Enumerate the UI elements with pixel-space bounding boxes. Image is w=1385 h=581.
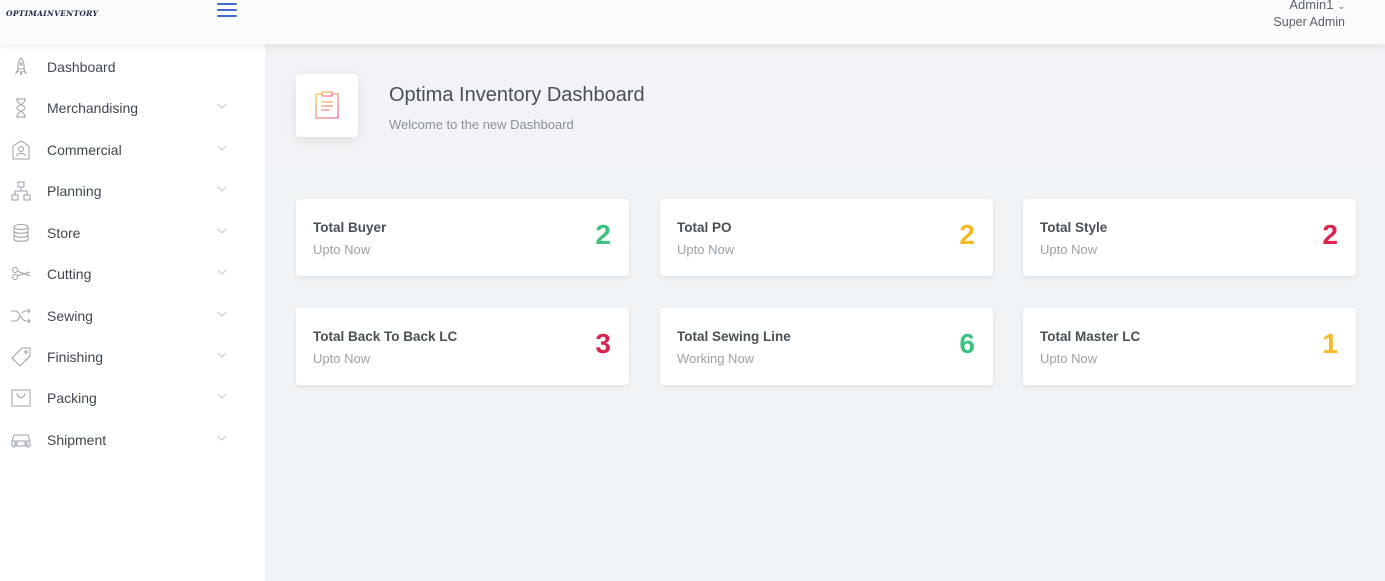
shuffle-icon <box>10 306 32 326</box>
hierarchy-icon <box>10 181 32 201</box>
hamburger-line <box>217 9 237 11</box>
page-title: Optima Inventory Dashboard <box>389 84 645 106</box>
clipboard-icon <box>315 91 339 119</box>
card-value: 6 <box>959 328 975 359</box>
sidebar-item-label: Merchandising <box>47 100 139 116</box>
chevron-down-icon <box>217 186 227 192</box>
menu-toggle-button[interactable] <box>214 0 240 20</box>
card-subtitle: Upto Now <box>313 242 371 257</box>
stat-card-total-sewing-line: Total Sewing Line Working Now 6 <box>660 308 993 385</box>
bag-icon <box>10 388 32 408</box>
card-value: 3 <box>595 328 611 359</box>
main-content: Optima Inventory Dashboard Welcome to th… <box>265 44 1385 581</box>
chevron-down-icon <box>217 269 227 275</box>
card-title: Total Master LC <box>1040 329 1141 344</box>
stat-card-total-buyer: Total Buyer Upto Now 2 <box>296 199 629 276</box>
card-value: 2 <box>959 219 975 250</box>
card-title: Total PO <box>677 220 732 235</box>
hamburger-line <box>217 3 237 5</box>
sidebar-item-packing[interactable]: Packing <box>0 381 265 415</box>
sidebar-item-merchandising[interactable]: Merchandising <box>0 91 265 125</box>
sidebar-item-store[interactable]: Store <box>0 216 265 250</box>
stat-card-total-back-to-back-lc: Total Back To Back LC Upto Now 3 <box>296 308 629 385</box>
sidebar-item-label: Dashboard <box>47 59 116 75</box>
sidebar-item-label: Shipment <box>47 432 107 448</box>
sidebar-item-label: Store <box>47 225 81 241</box>
database-icon <box>10 223 32 243</box>
sidebar-item-label: Packing <box>47 390 97 406</box>
sidebar: Dashboard Merchandising Commercial Plann… <box>0 44 265 581</box>
sidebar-item-finishing[interactable]: Finishing <box>0 340 265 374</box>
chevron-down-icon[interactable]: ⌄ <box>1337 1 1345 11</box>
scissors-icon <box>10 264 32 284</box>
sidebar-item-label: Commercial <box>47 142 122 158</box>
card-value: 2 <box>1322 219 1338 250</box>
hourglass-icon <box>10 98 32 118</box>
card-subtitle: Upto Now <box>1040 242 1098 257</box>
chevron-down-icon <box>217 103 227 109</box>
sidebar-item-commercial[interactable]: Commercial <box>0 133 265 167</box>
card-subtitle: Working Now <box>677 351 755 366</box>
sidebar-item-planning[interactable]: Planning <box>0 174 265 208</box>
sidebar-item-sewing[interactable]: Sewing <box>0 299 265 333</box>
card-title: Total Sewing Line <box>677 329 791 344</box>
stat-card-total-master-lc: Total Master LC Upto Now 1 <box>1023 308 1356 385</box>
stat-card-total-style: Total Style Upto Now 2 <box>1023 199 1356 276</box>
user-menu[interactable]: Admin1 ⌄ Super Admin <box>1273 0 1345 29</box>
stat-card-total-po: Total PO Upto Now 2 <box>660 199 993 276</box>
chevron-down-icon <box>217 435 227 441</box>
sidebar-item-label: Finishing <box>47 349 104 365</box>
card-subtitle: Upto Now <box>313 351 371 366</box>
card-title: Total Back To Back LC <box>313 329 458 344</box>
page-title-header: Optima Inventory Dashboard Welcome to th… <box>265 44 1385 168</box>
id-card-icon <box>10 140 32 160</box>
chevron-down-icon <box>217 228 227 234</box>
sidebar-item-label: Cutting <box>47 266 92 282</box>
page-subtitle: Welcome to the new Dashboard <box>389 117 574 132</box>
card-subtitle: Upto Now <box>1040 351 1098 366</box>
user-role: Super Admin <box>1273 15 1345 29</box>
page-icon-box <box>296 74 358 137</box>
rocket-icon <box>10 57 32 77</box>
user-name: Admin1 <box>1289 0 1334 12</box>
sidebar-item-dashboard[interactable]: Dashboard <box>0 50 265 84</box>
top-header: OPTIMAINVENTORY Admin1 ⌄ Super Admin <box>0 0 1385 44</box>
sidebar-item-cutting[interactable]: Cutting <box>0 257 265 291</box>
card-value: 2 <box>595 219 611 250</box>
car-icon <box>10 430 32 450</box>
card-title: Total Buyer <box>313 220 387 235</box>
chevron-down-icon <box>217 393 227 399</box>
sidebar-item-shipment[interactable]: Shipment <box>0 423 265 457</box>
hamburger-line <box>217 15 237 17</box>
chevron-down-icon <box>217 311 227 317</box>
app-logo[interactable]: OPTIMAINVENTORY <box>6 9 98 18</box>
chevron-down-icon <box>217 352 227 358</box>
chevron-down-icon <box>217 145 227 151</box>
card-subtitle: Upto Now <box>677 242 735 257</box>
sidebar-item-label: Planning <box>47 183 102 199</box>
sidebar-item-label: Sewing <box>47 308 93 324</box>
card-title: Total Style <box>1040 220 1108 235</box>
card-value: 1 <box>1322 328 1338 359</box>
tag-icon <box>10 347 32 367</box>
